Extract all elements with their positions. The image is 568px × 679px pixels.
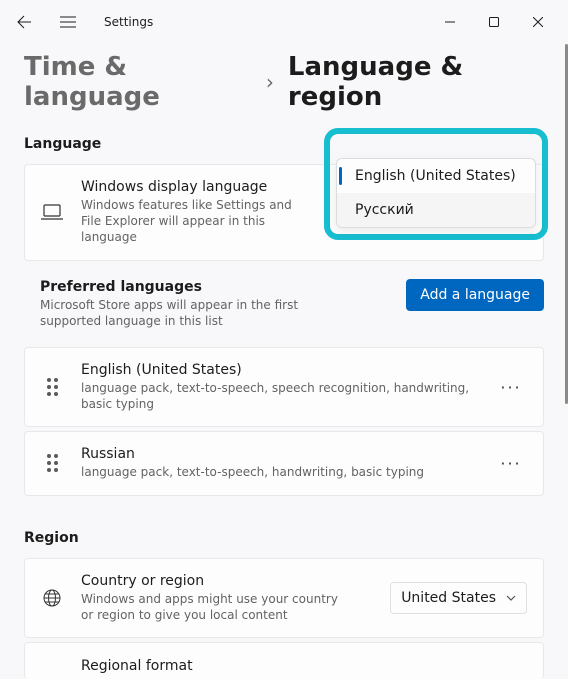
add-language-button[interactable]: Add a language (406, 279, 544, 311)
dropdown-option-english[interactable]: English (United States) (337, 159, 535, 193)
breadcrumb: Time & language › Language & region (0, 44, 568, 128)
regional-format-title: Regional format (81, 658, 527, 674)
language-item-russian[interactable]: Russian language pack, text-to-speech, h… (24, 431, 544, 495)
drag-handle-icon[interactable] (41, 378, 63, 396)
maximize-button[interactable] (472, 6, 516, 38)
regional-format-card[interactable]: Regional format (24, 642, 544, 679)
chevron-right-icon: › (266, 70, 274, 94)
language-item-english[interactable]: English (United States) language pack, t… (24, 347, 544, 427)
minimize-button[interactable] (428, 6, 472, 38)
more-options-button[interactable]: ··· (495, 447, 527, 479)
more-options-button[interactable]: ··· (495, 371, 527, 403)
preferred-languages-row: Preferred languages Microsoft Store apps… (24, 265, 544, 335)
titlebar: Settings (0, 0, 568, 44)
breadcrumb-parent[interactable]: Time & language (24, 52, 252, 112)
country-region-sub: Windows and apps might use your country … (81, 591, 341, 623)
nav-menu-button[interactable] (52, 6, 84, 38)
dropdown-option-russian[interactable]: Русский (337, 193, 535, 227)
scrollbar[interactable] (564, 44, 568, 632)
display-language-sub: Windows features like Settings and File … (81, 197, 311, 246)
language-features: language pack, text-to-speech, handwriti… (81, 464, 477, 480)
app-title: Settings (104, 15, 153, 29)
country-region-card[interactable]: Country or region Windows and apps might… (24, 558, 544, 638)
preferred-languages-sub: Microsoft Store apps will appear in the … (40, 297, 340, 329)
language-name: Russian (81, 446, 477, 462)
language-features: language pack, text-to-speech, speech re… (81, 380, 477, 412)
drag-handle-icon[interactable] (41, 454, 63, 472)
country-region-select[interactable]: United States (390, 582, 527, 614)
chevron-down-icon (506, 595, 516, 601)
close-button[interactable] (516, 6, 560, 38)
language-name: English (United States) (81, 362, 477, 378)
display-language-dropdown-highlight: English (United States) Русский (324, 128, 548, 240)
laptop-icon (41, 204, 63, 220)
section-region-label: Region (0, 500, 568, 558)
display-language-dropdown[interactable]: English (United States) Русский (336, 158, 536, 228)
globe-icon (41, 589, 63, 607)
back-button[interactable] (8, 6, 40, 38)
country-region-title: Country or region (81, 573, 372, 589)
preferred-languages-title: Preferred languages (40, 279, 394, 295)
breadcrumb-current: Language & region (288, 52, 544, 112)
